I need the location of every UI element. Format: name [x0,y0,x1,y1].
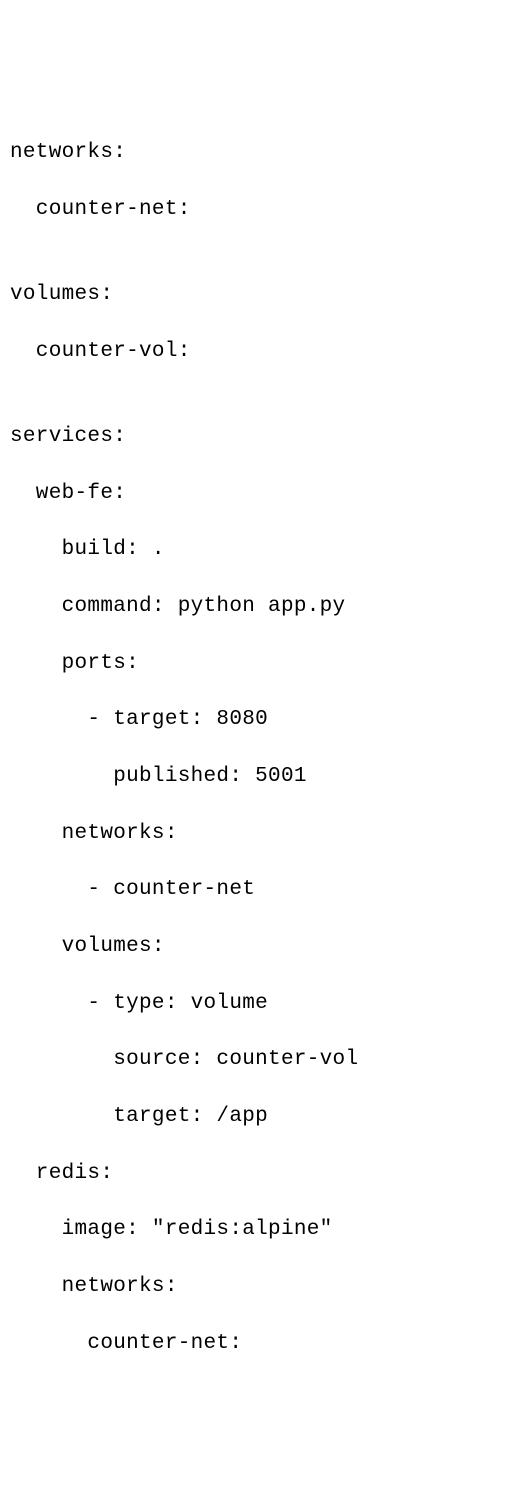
yaml-network-ref: - counter-net [10,876,502,904]
yaml-service-web-fe: web-fe: [10,480,502,508]
yaml-volumes-key-service: volumes: [10,933,502,961]
yaml-port-published: published: 5001 [10,763,502,791]
yaml-build: build: . [10,536,502,564]
yaml-service-redis: redis: [10,1160,502,1188]
yaml-volume-target: target: /app [10,1103,502,1131]
yaml-networks-key: networks: [10,139,502,167]
yaml-network-counter-net: counter-net: [10,196,502,224]
yaml-network-ref-redis: counter-net: [10,1330,502,1358]
yaml-volume-type: - type: volume [10,990,502,1018]
yaml-volumes-key: volumes: [10,281,502,309]
yaml-volume-source: source: counter-vol [10,1046,502,1074]
yaml-networks-key-redis: networks: [10,1273,502,1301]
yaml-volume-counter-vol: counter-vol: [10,338,502,366]
yaml-networks-key-service: networks: [10,820,502,848]
yaml-services-key: services: [10,423,502,451]
yaml-command: command: python app.py [10,593,502,621]
yaml-ports-key: ports: [10,650,502,678]
yaml-port-target: - target: 8080 [10,706,502,734]
yaml-image: image: "redis:alpine" [10,1216,502,1244]
